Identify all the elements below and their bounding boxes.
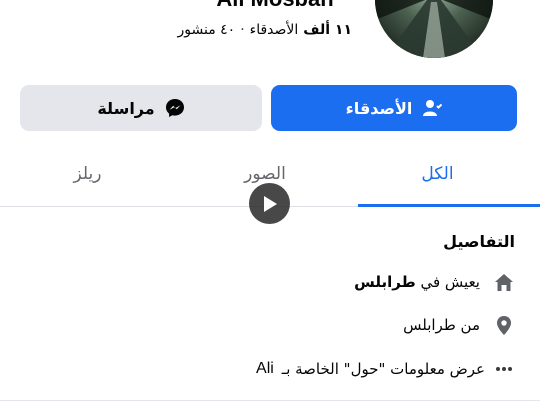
more-dots-icon	[493, 366, 515, 372]
detail-lives-in: يعيش في طرابلس	[354, 269, 515, 295]
active-tab-indicator	[358, 204, 540, 207]
lives-prefix: يعيش في	[420, 273, 480, 291]
tab-all[interactable]: الكل	[360, 164, 515, 192]
avatar-image	[375, 0, 493, 58]
lives-city[interactable]: طرابلس	[354, 273, 416, 291]
profile-stats: ١١ ألف الأصدقاء · ٤٠ منشور	[177, 19, 352, 41]
friends-button-label: الأصدقاء	[345, 98, 413, 118]
location-pin-icon	[493, 315, 515, 336]
from-text: من طرابلس	[403, 316, 480, 334]
profile-avatar[interactable]	[375, 0, 493, 58]
friends-count[interactable]: ١١ ألف	[303, 22, 352, 38]
details-title: التفاصيل	[443, 232, 515, 251]
message-button[interactable]: مراسلة	[20, 85, 262, 131]
friends-button[interactable]: الأصدقاء	[271, 85, 517, 131]
detail-about-link[interactable]: عرض معلومات "حول" الخاصة بـ Ali	[256, 356, 515, 382]
profile-name: Ali Mosbah	[200, 0, 350, 11]
play-button[interactable]	[249, 183, 290, 224]
posts-count: ٤٠ منشور	[177, 22, 236, 38]
message-button-label: مراسلة	[97, 98, 155, 118]
about-name: Ali	[256, 360, 274, 377]
detail-from: من طرابلس	[403, 312, 515, 338]
stats-separator: ·	[240, 22, 245, 38]
tab-reels[interactable]: ريلز	[40, 164, 135, 192]
home-icon	[493, 273, 515, 292]
person-check-icon	[422, 99, 443, 117]
play-icon	[263, 195, 277, 212]
bottom-divider	[0, 400, 540, 401]
about-text: عرض معلومات "حول" الخاصة بـ	[281, 360, 485, 378]
messenger-icon	[165, 98, 185, 118]
friends-word[interactable]: الأصدقاء	[250, 22, 299, 38]
